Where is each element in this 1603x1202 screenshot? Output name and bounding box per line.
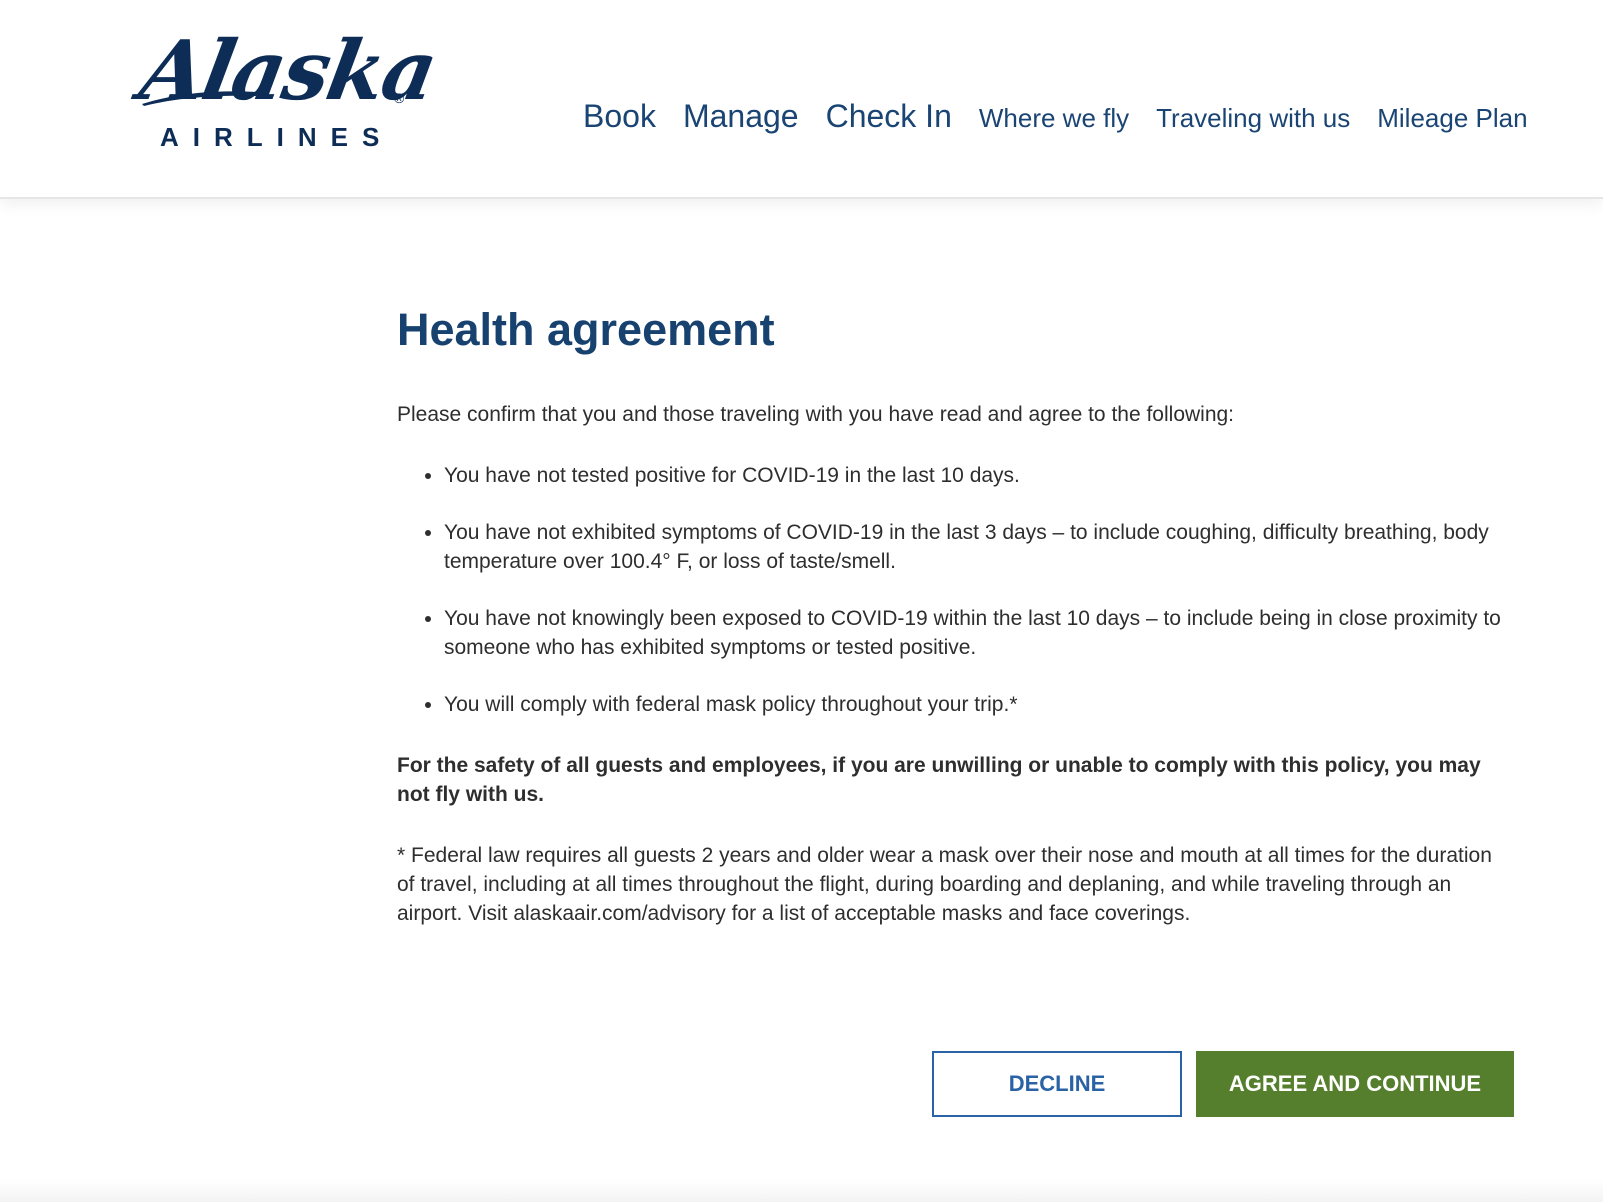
main-nav: Book Manage Check In Where we fly Travel… [583,98,1528,135]
nav-traveling-with-us[interactable]: Traveling with us [1156,103,1350,134]
intro-text: Please confirm that you and those travel… [397,403,1235,426]
logo-swoosh-icon [142,91,258,106]
agree-and-continue-button[interactable]: AGREE AND CONTINUE [1196,1051,1514,1117]
registered-mark: ® [394,90,405,106]
nav-manage[interactable]: Manage [683,98,799,135]
list-item: You have not exhibited symptoms of COVID… [444,518,1507,576]
page-title: Health agreement [397,304,775,355]
nav-mileage-plan[interactable]: Mileage Plan [1377,103,1527,134]
bottom-divider [0,1180,1603,1202]
agreement-actions: DECLINE AGREE AND CONTINUE [932,1051,1514,1117]
agreement-list: You have not tested positive for COVID-1… [397,461,1507,719]
list-item: You have not knowingly been exposed to C… [444,604,1507,662]
health-agreement-content: Health agreement Please confirm that you… [397,300,1507,928]
safety-warning: For the safety of all guests and employe… [397,754,1481,806]
mask-footnote: * Federal law requires all guests 2 year… [397,844,1492,925]
decline-button[interactable]: DECLINE [932,1051,1182,1117]
logo-subtitle: AIRLINES [160,122,394,152]
nav-where-we-fly[interactable]: Where we fly [979,103,1129,134]
list-item: You have not tested positive for COVID-1… [444,461,1507,490]
nav-book[interactable]: Book [583,98,656,135]
list-item: You will comply with federal mask policy… [444,690,1507,719]
nav-check-in[interactable]: Check In [826,98,952,135]
alaska-airlines-logo[interactable]: Alaska ® AIRLINES [134,23,443,158]
site-header: Alaska ® AIRLINES Book Manage Check In W… [0,0,1603,199]
